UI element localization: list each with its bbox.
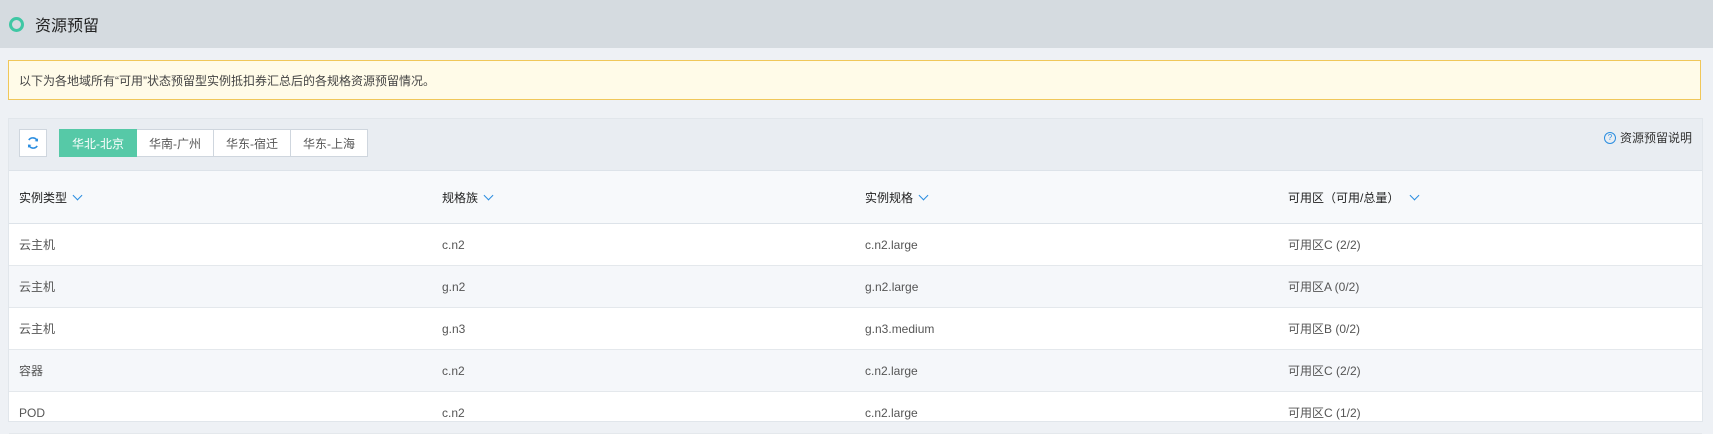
chevron-down-icon[interactable] [918,190,929,200]
cell-zone: 可用区B (0/2) [1278,307,1702,350]
cell-spec-family: g.n2 [432,265,855,308]
cell-instance-spec: g.n2.large [855,265,1278,308]
cell-spec-family: g.n3 [432,307,855,350]
chevron-down-icon[interactable] [1409,190,1420,200]
page-header: 资源预留 [0,0,1713,48]
page-title: 资源预留 [35,18,100,35]
tab-region-shanghai[interactable]: 华东-上海 [291,129,368,157]
cell-zone: 可用区A (0/2) [1278,265,1702,308]
cell-spec-family: c.n2 [432,223,855,266]
cell-zone: 可用区C (1/2) [1278,391,1702,434]
circle-icon [9,16,24,32]
column-header-spec-family: 规格族 [432,171,855,224]
cell-spec-family: c.n2 [432,391,855,434]
cell-spec-family: c.n2 [432,349,855,392]
cell-zone: 可用区C (2/2) [1278,223,1702,266]
column-header-instance-spec: 实例规格 [855,171,1278,224]
region-tabs: 华北-北京 华南-广州 华东-宿迁 华东-上海 [59,129,368,157]
cell-instance-type: 云主机 [9,223,432,266]
notice-banner: 以下为各地域所有“可用”状态预留型实例抵扣券汇总后的各规格资源预留情况。 [8,60,1701,100]
tab-region-guangzhou[interactable]: 华南-广州 [137,129,214,157]
question-icon: ? [1603,131,1616,144]
cell-zone: 可用区C (2/2) [1278,349,1702,392]
table-row: POD c.n2 c.n2.large 可用区C (1/2) [9,391,1702,434]
toolbar: 华北-北京 华南-广州 华东-宿迁 华东-上海 ? 资源预留说明 [9,119,1702,171]
column-header-instance-type: 实例类型 [9,171,432,224]
cell-instance-spec: c.n2.large [855,223,1278,266]
notice-text: 以下为各地域所有“可用”状态预留型实例抵扣券汇总后的各规格资源预留情况。 [19,73,435,88]
cell-instance-spec: c.n2.large [855,349,1278,392]
chevron-down-icon[interactable] [483,190,494,200]
table-row: 云主机 g.n3 g.n3.medium 可用区B (0/2) [9,307,1702,350]
help-link[interactable]: ? 资源预留说明 [1603,129,1692,146]
cell-instance-type: 云主机 [9,307,432,350]
cell-instance-type: 云主机 [9,265,432,308]
cell-instance-type: POD [9,391,432,434]
reservation-panel: 华北-北京 华南-广州 华东-宿迁 华东-上海 ? 资源预留说明 实例类型 规格… [8,118,1703,434]
table-header-row: 实例类型 规格族 实例规格 可用区（可用/总量） [9,171,1702,224]
cell-instance-type: 容器 [9,349,432,392]
table-row: 容器 c.n2 c.n2.large 可用区C (2/2) [9,349,1702,392]
tab-region-beijing[interactable]: 华北-北京 [59,129,137,157]
refresh-icon [27,137,39,149]
chevron-down-icon[interactable] [72,190,83,200]
cell-instance-spec: c.n2.large [855,391,1278,434]
table-row: 云主机 g.n2 g.n2.large 可用区A (0/2) [9,265,1702,308]
column-header-zone: 可用区（可用/总量） [1278,171,1702,224]
table-row: 云主机 c.n2 c.n2.large 可用区C (2/2) [9,223,1702,266]
refresh-button[interactable] [19,129,47,157]
reservation-table: 实例类型 规格族 实例规格 可用区（可用/总量） 云主机 c.n2 c.n2.l… [9,171,1702,434]
help-link-label: 资源预留说明 [1619,131,1692,145]
cell-instance-spec: g.n3.medium [855,307,1278,350]
tab-region-suqian[interactable]: 华东-宿迁 [214,129,291,157]
